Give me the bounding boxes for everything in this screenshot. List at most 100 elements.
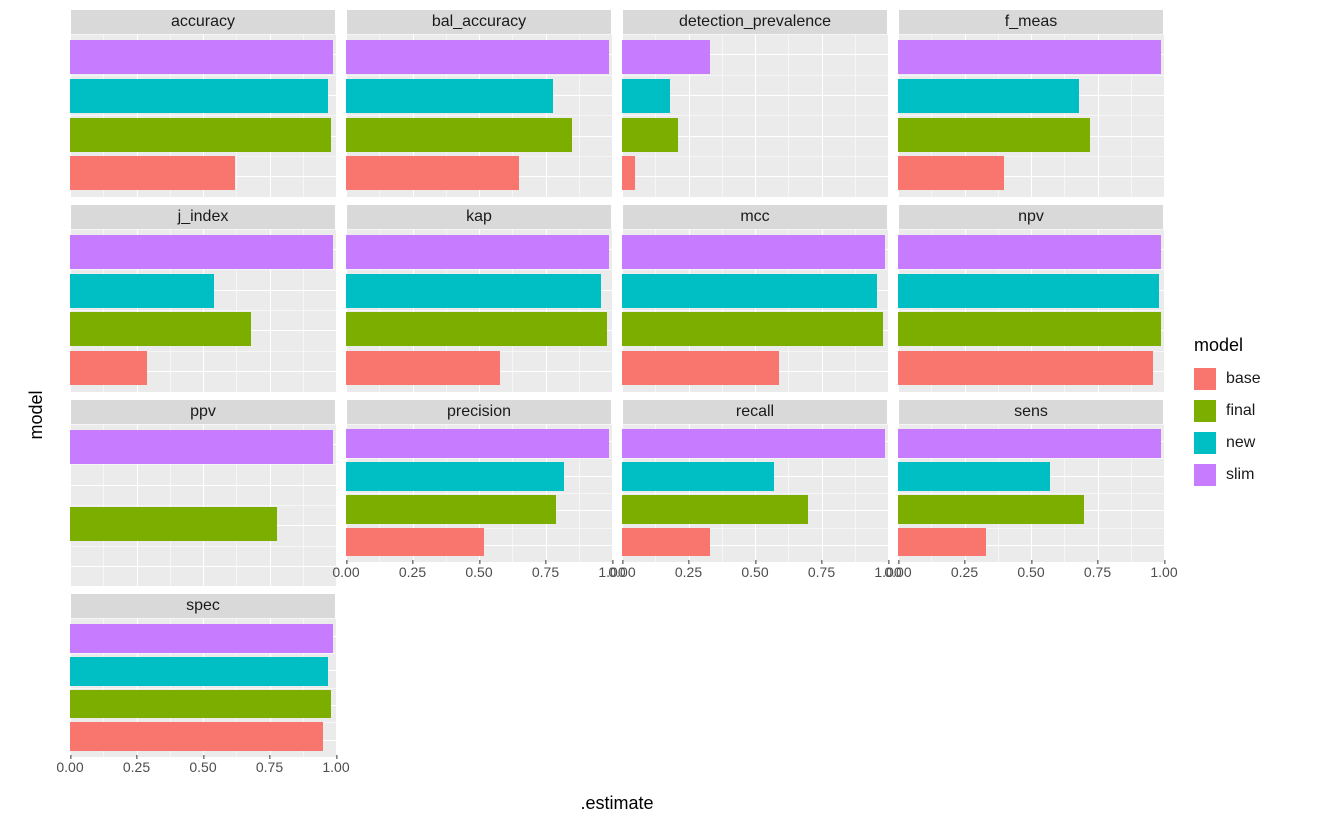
bar-new xyxy=(898,79,1079,113)
facet-panel xyxy=(898,424,1164,563)
bar-new xyxy=(622,462,774,491)
bar-slim xyxy=(622,235,885,269)
bar-group xyxy=(70,424,336,587)
bar-slim xyxy=(898,429,1161,458)
facet-precision: precision 0.000.250.500.751.00 xyxy=(346,400,612,587)
legend-title: model xyxy=(1194,335,1334,356)
bar-final xyxy=(622,312,883,346)
bar-base xyxy=(346,156,519,190)
bar-group xyxy=(70,34,336,197)
bar-group xyxy=(70,618,336,757)
x-tick: 0.00 xyxy=(884,564,911,580)
facet-strip: mcc xyxy=(622,205,888,229)
facet-ppv: ppvbasefinalnewslim xyxy=(70,400,336,587)
legend-swatch xyxy=(1194,464,1216,486)
bar-final xyxy=(70,312,251,346)
bar-slim xyxy=(346,235,609,269)
facet-panel xyxy=(622,424,888,563)
chart-container: model accuracybasefinalnewslimbal_accura… xyxy=(10,10,1334,820)
x-tick: 0.50 xyxy=(189,759,216,775)
x-tick: 0.00 xyxy=(608,564,635,580)
bar-final xyxy=(898,118,1090,152)
bar-base xyxy=(70,722,323,751)
bar-new xyxy=(70,79,328,113)
bar-slim xyxy=(70,40,333,74)
facet-strip: accuracy xyxy=(70,10,336,34)
facet-panel: basefinalnewslim xyxy=(70,424,336,587)
bar-final xyxy=(346,312,607,346)
bar-final xyxy=(346,118,572,152)
x-tick: 0.75 xyxy=(256,759,283,775)
bar-base xyxy=(622,156,635,190)
bar-group xyxy=(898,229,1164,392)
bar-new xyxy=(898,274,1159,308)
bar-new xyxy=(346,274,601,308)
bar-group xyxy=(346,229,612,392)
bar-slim xyxy=(346,40,609,74)
legend-label: slim xyxy=(1226,466,1254,484)
facet-f_meas: f_meas xyxy=(898,10,1164,197)
legend-swatch xyxy=(1194,400,1216,422)
facet-accuracy: accuracybasefinalnewslim xyxy=(70,10,336,197)
facet-panel: basefinalnewslim xyxy=(70,618,336,757)
x-tick: 0.50 xyxy=(1017,564,1044,580)
bar-new xyxy=(346,79,553,113)
bar-slim xyxy=(70,624,333,653)
facet-strip: detection_prevalence xyxy=(622,10,888,34)
facet-strip: sens xyxy=(898,400,1164,424)
facet-npv: npv xyxy=(898,205,1164,392)
bar-final xyxy=(70,118,331,152)
bar-group xyxy=(622,424,888,563)
x-axis-label: .estimate xyxy=(70,781,1164,820)
bar-base xyxy=(346,528,484,557)
bar-group xyxy=(898,34,1164,197)
bar-group xyxy=(346,34,612,197)
x-ticks: 0.000.250.500.751.00 xyxy=(898,562,1164,586)
x-ticks: 0.000.250.500.751.00 xyxy=(346,562,612,586)
bar-base xyxy=(898,528,986,557)
bar-group xyxy=(898,424,1164,563)
bar-slim xyxy=(622,429,885,458)
bar-slim xyxy=(622,40,710,74)
bar-new xyxy=(346,462,564,491)
facet-panel xyxy=(622,34,888,197)
legend-label: new xyxy=(1226,434,1255,452)
x-tick: 1.00 xyxy=(1150,564,1177,580)
facet-kap: kap xyxy=(346,205,612,392)
facet-strip: bal_accuracy xyxy=(346,10,612,34)
facet-strip: spec xyxy=(70,594,336,618)
facet-sens: sens0.000.250.500.751.00 xyxy=(898,400,1164,587)
bar-slim xyxy=(346,429,609,458)
bar-final xyxy=(622,118,678,152)
facet-strip: j_index xyxy=(70,205,336,229)
x-ticks: 0.000.250.500.751.00 xyxy=(70,757,336,781)
bar-new xyxy=(622,79,670,113)
bar-group xyxy=(622,229,888,392)
x-tick: 0.25 xyxy=(951,564,978,580)
facet-mcc: mcc xyxy=(622,205,888,392)
facet-panel xyxy=(346,424,612,563)
legend-item-final: final xyxy=(1194,400,1334,422)
facet-j_index: j_indexbasefinalnewslim xyxy=(70,205,336,392)
facet-panel xyxy=(346,34,612,197)
bar-final xyxy=(898,312,1161,346)
facet-strip: npv xyxy=(898,205,1164,229)
bar-slim xyxy=(70,430,333,464)
bar-final xyxy=(622,495,808,524)
facet-bal_accuracy: bal_accuracy xyxy=(346,10,612,197)
legend-label: final xyxy=(1226,402,1255,420)
bar-base xyxy=(346,351,500,385)
facet-panel xyxy=(898,34,1164,197)
facet-strip: f_meas xyxy=(898,10,1164,34)
legend-swatch xyxy=(1194,432,1216,454)
bar-group xyxy=(622,34,888,197)
legend-item-base: base xyxy=(1194,368,1334,390)
bar-final xyxy=(346,495,556,524)
bar-slim xyxy=(898,235,1161,269)
x-tick: 0.25 xyxy=(399,564,426,580)
bar-new xyxy=(622,274,877,308)
facet-strip: precision xyxy=(346,400,612,424)
bar-group xyxy=(346,424,612,563)
facet-detection_prevalence: detection_prevalence xyxy=(622,10,888,197)
bar-group xyxy=(70,229,336,392)
